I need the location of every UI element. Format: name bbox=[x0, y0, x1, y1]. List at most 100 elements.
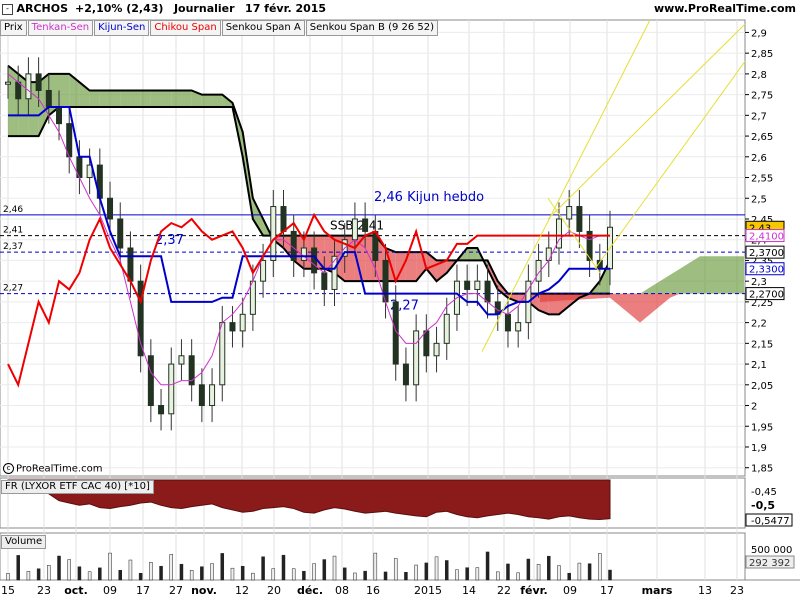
volume-bar bbox=[47, 565, 51, 581]
cloud-segment bbox=[130, 90, 141, 108]
volume-bar bbox=[159, 565, 163, 581]
chart-canvas: 2,92,852,82,752,72,652,62,552,52,452,42,… bbox=[0, 0, 800, 600]
x-tick-label: 13 bbox=[698, 584, 712, 597]
volume-bar bbox=[36, 568, 41, 581]
cloud-segment bbox=[89, 90, 100, 108]
volume-bar bbox=[342, 567, 347, 581]
candle-body bbox=[15, 81, 22, 100]
cloud-segment bbox=[140, 90, 151, 108]
y-tick-label: 2,15 bbox=[751, 339, 773, 350]
header-date: 17 févr. 2015 bbox=[245, 2, 327, 15]
level-left-label: 2,41 bbox=[3, 226, 23, 236]
candle-body bbox=[413, 330, 420, 386]
chart-header: - ARCHOS +2,10% (2,43) Journalier 17 fév… bbox=[2, 2, 326, 18]
candle-body bbox=[198, 384, 205, 407]
volume-bar bbox=[240, 565, 245, 581]
volume-bar bbox=[526, 558, 531, 581]
y-tick-label: 2,65 bbox=[751, 132, 773, 143]
candle-body bbox=[464, 280, 471, 290]
volume-bar bbox=[577, 562, 582, 581]
volume-panel-label[interactable]: Volume bbox=[1, 535, 47, 549]
cloud-segment bbox=[171, 90, 182, 108]
y-tick-label: 1,85 bbox=[751, 464, 773, 475]
y-tick-label: 2,85 bbox=[751, 49, 773, 60]
volume-bar bbox=[455, 569, 459, 581]
volume-bar bbox=[281, 554, 286, 581]
candle-body bbox=[311, 247, 318, 274]
candle-body bbox=[515, 322, 522, 332]
x-tick-label: 14 bbox=[462, 584, 476, 597]
volume-bar bbox=[393, 558, 398, 581]
x-tick-label: 27 bbox=[169, 584, 183, 597]
volume-bar bbox=[506, 563, 510, 581]
candle-body bbox=[331, 255, 338, 290]
volume-bar bbox=[118, 570, 122, 581]
tab-senkou-span-a[interactable]: Senkou Span A bbox=[221, 20, 305, 36]
candle-body bbox=[25, 73, 32, 100]
site-url[interactable]: www.ProRealTime.com bbox=[654, 2, 796, 18]
y-tick-label: 2,3 bbox=[751, 277, 767, 288]
tab-senkou-span-b[interactable]: Senkou Span B (9 26 52) bbox=[305, 20, 439, 36]
candle-body bbox=[270, 206, 277, 261]
y-tick-label: 2,6 bbox=[751, 153, 767, 164]
x-tick-label: 09 bbox=[103, 584, 117, 597]
volume-bar bbox=[587, 563, 592, 581]
x-tick-label: févr. bbox=[520, 584, 547, 597]
candle-body bbox=[249, 280, 256, 315]
y-tick-label: 2,1 bbox=[751, 360, 767, 371]
volume-bar bbox=[87, 571, 92, 581]
volume-bar bbox=[261, 556, 265, 581]
cloud-segment bbox=[161, 90, 172, 108]
volume-bar bbox=[598, 553, 602, 581]
level-left-label: 2,37 bbox=[3, 242, 23, 252]
volume-bar bbox=[189, 570, 194, 581]
volume-bar bbox=[485, 551, 490, 581]
fr-tick-label: -0,5477 bbox=[751, 516, 790, 527]
candle-body bbox=[260, 259, 267, 282]
volume-bar bbox=[230, 567, 235, 581]
level-left-label: 2,46 bbox=[3, 205, 23, 215]
candle-body bbox=[321, 272, 328, 290]
candle-body bbox=[168, 363, 175, 415]
volume-bar bbox=[200, 566, 204, 581]
y-tick-label: 2,05 bbox=[751, 381, 773, 392]
tab-chikou-span[interactable]: Chikou Span bbox=[150, 20, 221, 36]
volume-bar bbox=[496, 571, 500, 581]
candle-body bbox=[107, 197, 114, 220]
volume-bar bbox=[6, 573, 10, 581]
level-left-label: 2,27 bbox=[3, 284, 23, 294]
volume-bar bbox=[536, 564, 541, 581]
collapse-icon[interactable]: - bbox=[2, 3, 13, 15]
tab-tenkan-sen[interactable]: Tenkan-Sen bbox=[27, 20, 94, 36]
x-tick-label: mars bbox=[642, 584, 673, 597]
y-tick-label: 2,7 bbox=[751, 111, 767, 122]
candle-body bbox=[423, 330, 430, 357]
candle-body bbox=[209, 384, 216, 407]
copyright-text: ProRealTime.com bbox=[16, 463, 103, 475]
cloud-segment bbox=[120, 90, 131, 108]
volume-bar bbox=[77, 566, 82, 581]
candle-body bbox=[300, 247, 307, 261]
volume-bar bbox=[251, 572, 255, 581]
cloud-segment bbox=[150, 90, 162, 108]
cloud-segment bbox=[212, 94, 223, 108]
fr-tick-label: -0,45 bbox=[751, 487, 777, 498]
volume-bar bbox=[302, 570, 306, 581]
volume-bar bbox=[353, 572, 357, 581]
volume-bar bbox=[169, 554, 174, 581]
volume-bar bbox=[179, 563, 184, 581]
candle-body bbox=[504, 313, 511, 332]
volume-bar bbox=[57, 555, 61, 581]
tab-kijun-sen[interactable]: Kijun-Sen bbox=[94, 20, 150, 36]
volume-bar bbox=[220, 553, 225, 581]
cloud-segment bbox=[59, 73, 70, 108]
y-tick-label: 2,75 bbox=[751, 91, 773, 102]
x-tick-label: nov. bbox=[191, 584, 217, 597]
volume-bar bbox=[363, 570, 367, 581]
fr-panel-label[interactable]: FR (LYXOR ETF CAC 40) [*10] bbox=[1, 480, 154, 494]
tab-prix[interactable]: Prix bbox=[0, 20, 27, 36]
indicator-tabs: Prix Tenkan-Sen Kijun-Sen Chikou Span Se… bbox=[0, 20, 439, 36]
volume-bar bbox=[404, 572, 408, 581]
candle-body bbox=[117, 218, 124, 249]
candle-body bbox=[433, 342, 440, 357]
